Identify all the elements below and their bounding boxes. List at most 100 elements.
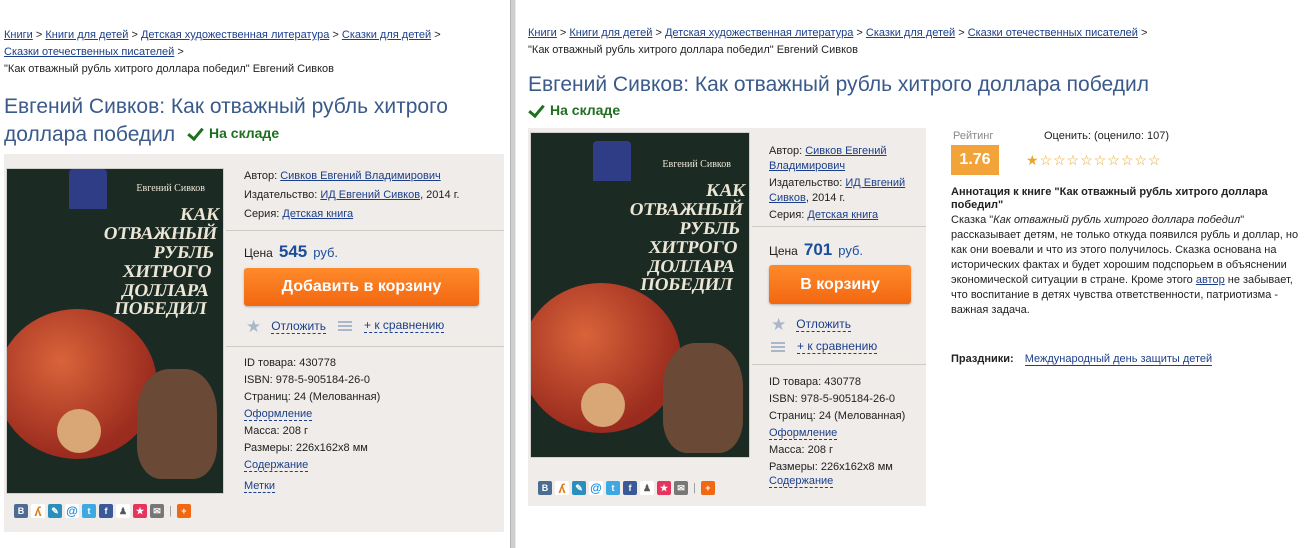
rating-label: Рейтинг bbox=[953, 130, 994, 142]
crumb-domestic-tales[interactable]: Сказки отечественных писателей bbox=[968, 27, 1138, 39]
favorite-icon[interactable]: ★ bbox=[133, 504, 147, 518]
stock-status: На складе bbox=[187, 120, 279, 146]
book-meta: Автор: Сивков Евгений Владимирович Издат… bbox=[244, 170, 460, 220]
crumb-current: "Как отважный рубль хитрого доллара побе… bbox=[528, 44, 859, 56]
check-icon bbox=[528, 102, 546, 118]
publisher-link-2[interactable]: Сивков bbox=[769, 192, 806, 204]
author-link[interactable]: Сивков Евгений Владимирович bbox=[280, 170, 440, 182]
more-share-icon[interactable]: + bbox=[700, 481, 715, 495]
divider bbox=[752, 226, 926, 227]
star-icon: ★ bbox=[771, 315, 787, 334]
livejournal-icon[interactable]: ✎ bbox=[48, 504, 62, 518]
author-link[interactable]: Сивков Евгений bbox=[805, 145, 886, 157]
star-icon: ★ bbox=[246, 317, 262, 336]
crumb-fairy-tales[interactable]: Сказки для детей bbox=[866, 27, 955, 39]
defer-action[interactable]: ★ Отложить bbox=[771, 316, 851, 333]
favorite-icon[interactable]: ★ bbox=[657, 481, 671, 495]
publisher-link[interactable]: ИД Евгений bbox=[845, 177, 905, 189]
price: Цена 545 руб. bbox=[244, 242, 339, 261]
book-specs: ID товара: 430778 ISBN: 978-5-905184-26-… bbox=[769, 376, 906, 488]
social-share-bar: В ʎ ✎ @ t f ♟ ★ ✉ | + bbox=[14, 504, 191, 519]
mailru-icon[interactable]: @ bbox=[589, 481, 603, 495]
right-pane: Книги > Книги для детей > Детская художе… bbox=[516, 0, 1316, 548]
more-share-icon[interactable]: + bbox=[176, 504, 191, 518]
livejournal-icon[interactable]: ✎ bbox=[572, 481, 586, 495]
twitter-icon[interactable]: t bbox=[606, 481, 620, 495]
uncle-sam-hat bbox=[593, 141, 631, 181]
compare-action[interactable]: + к сравнению bbox=[771, 339, 878, 354]
crumb-kids-books[interactable]: Книги для детей bbox=[45, 29, 128, 41]
publisher-link[interactable]: ИД Евгений Сивков bbox=[320, 189, 420, 201]
twitter-icon[interactable]: t bbox=[82, 504, 96, 518]
price: Цена 701 руб. bbox=[769, 240, 864, 259]
content-link[interactable]: Содержание bbox=[244, 459, 309, 472]
divider bbox=[752, 364, 926, 365]
add-to-cart-button[interactable]: Добавить в корзину bbox=[244, 268, 479, 306]
breadcrumb: Книги > Книги для детей > Детская художе… bbox=[4, 29, 441, 75]
stock-status: На складе bbox=[528, 102, 620, 118]
check-icon bbox=[187, 125, 205, 141]
compare-action[interactable]: + к сравнению bbox=[338, 318, 445, 333]
crumb-current: "Как отважный рубль хитрого доллара побе… bbox=[4, 63, 335, 75]
annotation-text: Сказка "Как отважный рубль хитрого долла… bbox=[951, 214, 1299, 316]
crumb-kids-books[interactable]: Книги для детей bbox=[569, 27, 652, 39]
ok-icon[interactable]: ʎ bbox=[31, 504, 45, 519]
holiday-link[interactable]: Международный день защиты детей bbox=[1024, 353, 1213, 366]
rating-stars[interactable]: ★☆☆☆☆☆☆☆☆☆ bbox=[1026, 152, 1162, 169]
annotation-title: Аннотация к книге "Как отважный рубль хи… bbox=[951, 186, 1268, 211]
annotation-author-link[interactable]: автор bbox=[1196, 274, 1225, 286]
crumb-fairy-tales[interactable]: Сказки для детей bbox=[342, 29, 431, 41]
add-to-cart-button[interactable]: В корзину bbox=[769, 265, 911, 304]
series-link[interactable]: Детская книга bbox=[282, 208, 353, 220]
ok-icon[interactable]: ʎ bbox=[555, 481, 569, 496]
crumb-books[interactable]: Книги bbox=[4, 29, 33, 41]
annotation: Аннотация к книге "Как отважный рубль хи… bbox=[951, 186, 1311, 318]
cover-title: КАК ОТВАЖНЫЙ РУБЛЬ ХИТРОГО ДОЛЛАРА ПОБЕДИЛ bbox=[628, 180, 748, 295]
author-link-2[interactable]: Владимирович bbox=[769, 160, 845, 172]
page-title: Евгений Сивков: Как отважный рубль хитро… bbox=[4, 95, 448, 146]
page-title: Евгений Сивков: Как отважный рубль хитро… bbox=[528, 73, 1149, 96]
cover-author: Евгений Сивков bbox=[662, 159, 731, 170]
design-link[interactable]: Оформление bbox=[244, 408, 313, 421]
crumb-domestic-tales[interactable]: Сказки отечественных писателей bbox=[4, 46, 174, 58]
cosmonaut-kid bbox=[581, 383, 625, 427]
cover-title: КАК ОТВАЖНЫЙ РУБЛЬ ХИТРОГО ДОЛЛАРА ПОБЕДИЛ bbox=[102, 204, 222, 319]
content-link[interactable]: Содержание bbox=[769, 475, 834, 488]
book-cover[interactable]: Евгений Сивков КАК ОТВАЖНЫЙ РУБЛЬ ХИТРОГО ДО… bbox=[6, 168, 224, 494]
list-icon bbox=[338, 320, 352, 331]
moikrug-icon[interactable]: ♟ bbox=[640, 481, 654, 495]
holidays-label: Праздники: bbox=[951, 353, 1014, 365]
defer-action[interactable]: ★ Отложить bbox=[246, 318, 326, 335]
left-pane: Книги > Книги для детей > Детская художе… bbox=[0, 0, 510, 548]
bear-figure bbox=[137, 369, 217, 479]
series-link[interactable]: Детская книга bbox=[807, 209, 878, 221]
social-share-bar: В ʎ ✎ @ t f ♟ ★ ✉ | + bbox=[538, 481, 715, 496]
uncle-sam-hat bbox=[69, 169, 107, 209]
divider bbox=[226, 346, 504, 347]
design-link[interactable]: Оформление bbox=[769, 427, 838, 440]
mailru-icon[interactable]: @ bbox=[65, 504, 79, 518]
email-icon[interactable]: ✉ bbox=[674, 481, 688, 495]
rate-count-label: Оценить: (оценило: 107) bbox=[1044, 130, 1170, 142]
vk-icon[interactable]: В bbox=[538, 481, 552, 495]
book-meta: Автор: Сивков Евгений Владимирович Издате… bbox=[769, 145, 906, 221]
holidays-row: Праздники: Международный день защиты дет… bbox=[951, 352, 1311, 367]
divider bbox=[226, 230, 504, 231]
list-icon bbox=[771, 341, 785, 352]
moikrug-icon[interactable]: ♟ bbox=[116, 504, 130, 518]
tags-link[interactable]: Метки bbox=[244, 480, 276, 493]
breadcrumb: Книги > Книги для детей > Детская художе… bbox=[528, 27, 1148, 56]
bear-figure bbox=[663, 343, 743, 453]
rating-value: 1.76 bbox=[951, 145, 999, 175]
crumb-books[interactable]: Книги bbox=[528, 27, 557, 39]
vk-icon[interactable]: В bbox=[14, 504, 28, 518]
book-specs: ID товара: 430778 ISBN: 978-5-905184-26-… bbox=[244, 357, 381, 493]
cover-author: Евгений Сивков bbox=[136, 183, 205, 194]
facebook-icon[interactable]: f bbox=[623, 481, 637, 495]
crumb-kids-fiction[interactable]: Детская художественная литература bbox=[665, 27, 853, 39]
facebook-icon[interactable]: f bbox=[99, 504, 113, 518]
cosmonaut-kid bbox=[57, 409, 101, 453]
book-cover[interactable]: Евгений Сивков КАК ОТВАЖНЫЙ РУБЛЬ ХИТРОГО ДО… bbox=[530, 132, 750, 458]
crumb-kids-fiction[interactable]: Детская художественная литература bbox=[141, 29, 329, 41]
email-icon[interactable]: ✉ bbox=[150, 504, 164, 518]
